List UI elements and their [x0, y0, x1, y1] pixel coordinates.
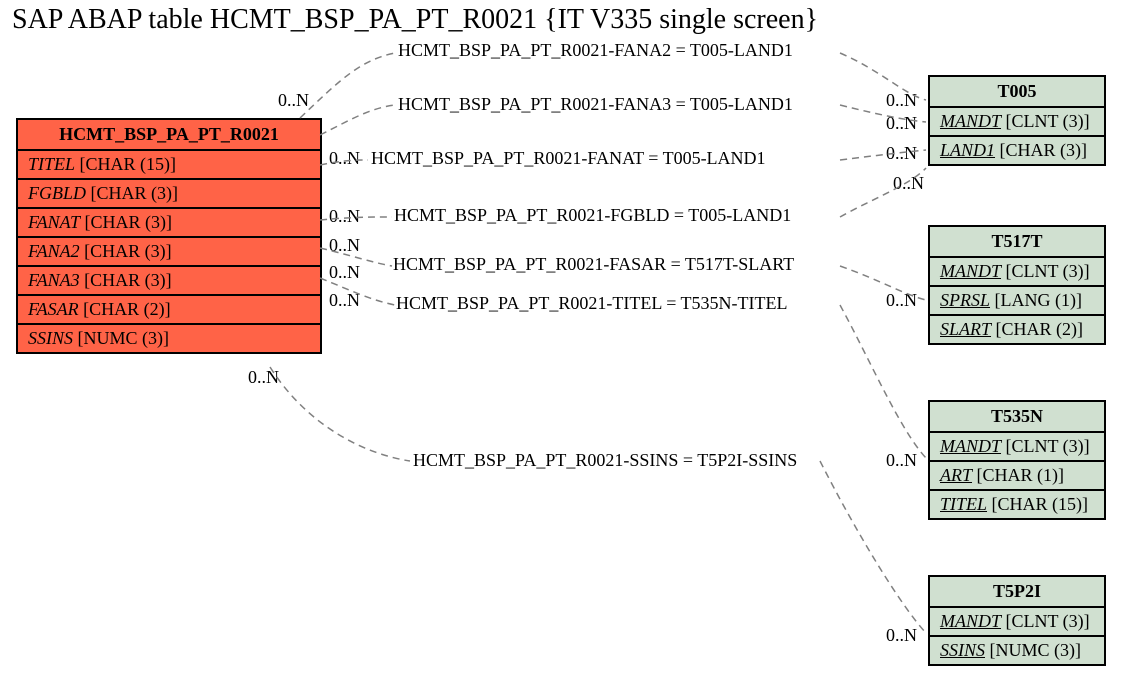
table-row: MANDT [CLNT (3)]	[930, 608, 1104, 637]
table-row: FGBLD [CHAR (3)]	[18, 180, 320, 209]
table-row: SPRSL [LANG (1)]	[930, 287, 1104, 316]
table-row: SSINS [NUMC (3)]	[930, 637, 1104, 664]
relation-label: HCMT_BSP_PA_PT_R0021-TITEL = T535N-TITEL	[396, 293, 788, 314]
ref-table-t5p2i: T5P2I MANDT [CLNT (3)] SSINS [NUMC (3)]	[928, 575, 1106, 666]
cardinality-label: 0..N	[893, 173, 924, 194]
table-row: FANAT [CHAR (3)]	[18, 209, 320, 238]
table-row: FASAR [CHAR (2)]	[18, 296, 320, 325]
ref-table-header: T535N	[930, 402, 1104, 433]
ref-table-t517t: T517T MANDT [CLNT (3)] SPRSL [LANG (1)] …	[928, 225, 1106, 345]
table-row: FANA3 [CHAR (3)]	[18, 267, 320, 296]
relation-label: HCMT_BSP_PA_PT_R0021-FANA2 = T005-LAND1	[398, 40, 793, 61]
cardinality-label: 0..N	[886, 90, 917, 111]
cardinality-label: 0..N	[329, 235, 360, 256]
relation-label: HCMT_BSP_PA_PT_R0021-FANA3 = T005-LAND1	[398, 94, 793, 115]
relation-label: HCMT_BSP_PA_PT_R0021-FASAR = T517T-SLART	[393, 254, 794, 275]
table-row: SSINS [NUMC (3)]	[18, 325, 320, 352]
table-row: TITEL [CHAR (15)]	[18, 151, 320, 180]
relation-label: HCMT_BSP_PA_PT_R0021-FANAT = T005-LAND1	[371, 148, 766, 169]
cardinality-label: 0..N	[329, 262, 360, 283]
ref-table-t535n: T535N MANDT [CLNT (3)] ART [CHAR (1)] TI…	[928, 400, 1106, 520]
cardinality-label: 0..N	[329, 148, 360, 169]
ref-table-t005: T005 MANDT [CLNT (3)] LAND1 [CHAR (3)]	[928, 75, 1106, 166]
table-row: MANDT [CLNT (3)]	[930, 258, 1104, 287]
table-row: FANA2 [CHAR (3)]	[18, 238, 320, 267]
table-row: TITEL [CHAR (15)]	[930, 491, 1104, 518]
main-table-header: HCMT_BSP_PA_PT_R0021	[18, 120, 320, 151]
cardinality-label: 0..N	[248, 367, 279, 388]
main-table: HCMT_BSP_PA_PT_R0021 TITEL [CHAR (15)] F…	[16, 118, 322, 354]
cardinality-label: 0..N	[886, 113, 917, 134]
table-row: SLART [CHAR (2)]	[930, 316, 1104, 343]
ref-table-header: T005	[930, 77, 1104, 108]
cardinality-label: 0..N	[886, 625, 917, 646]
relation-label: HCMT_BSP_PA_PT_R0021-SSINS = T5P2I-SSINS	[413, 450, 797, 471]
ref-table-header: T517T	[930, 227, 1104, 258]
relation-label: HCMT_BSP_PA_PT_R0021-FGBLD = T005-LAND1	[394, 205, 791, 226]
cardinality-label: 0..N	[329, 290, 360, 311]
table-row: ART [CHAR (1)]	[930, 462, 1104, 491]
cardinality-label: 0..N	[886, 290, 917, 311]
cardinality-label: 0..N	[329, 206, 360, 227]
cardinality-label: 0..N	[278, 90, 309, 111]
cardinality-label: 0..N	[886, 450, 917, 471]
cardinality-label: 0..N	[886, 143, 917, 164]
table-row: MANDT [CLNT (3)]	[930, 433, 1104, 462]
table-row: LAND1 [CHAR (3)]	[930, 137, 1104, 164]
ref-table-header: T5P2I	[930, 577, 1104, 608]
page-title: SAP ABAP table HCMT_BSP_PA_PT_R0021 {IT …	[12, 4, 818, 36]
table-row: MANDT [CLNT (3)]	[930, 108, 1104, 137]
